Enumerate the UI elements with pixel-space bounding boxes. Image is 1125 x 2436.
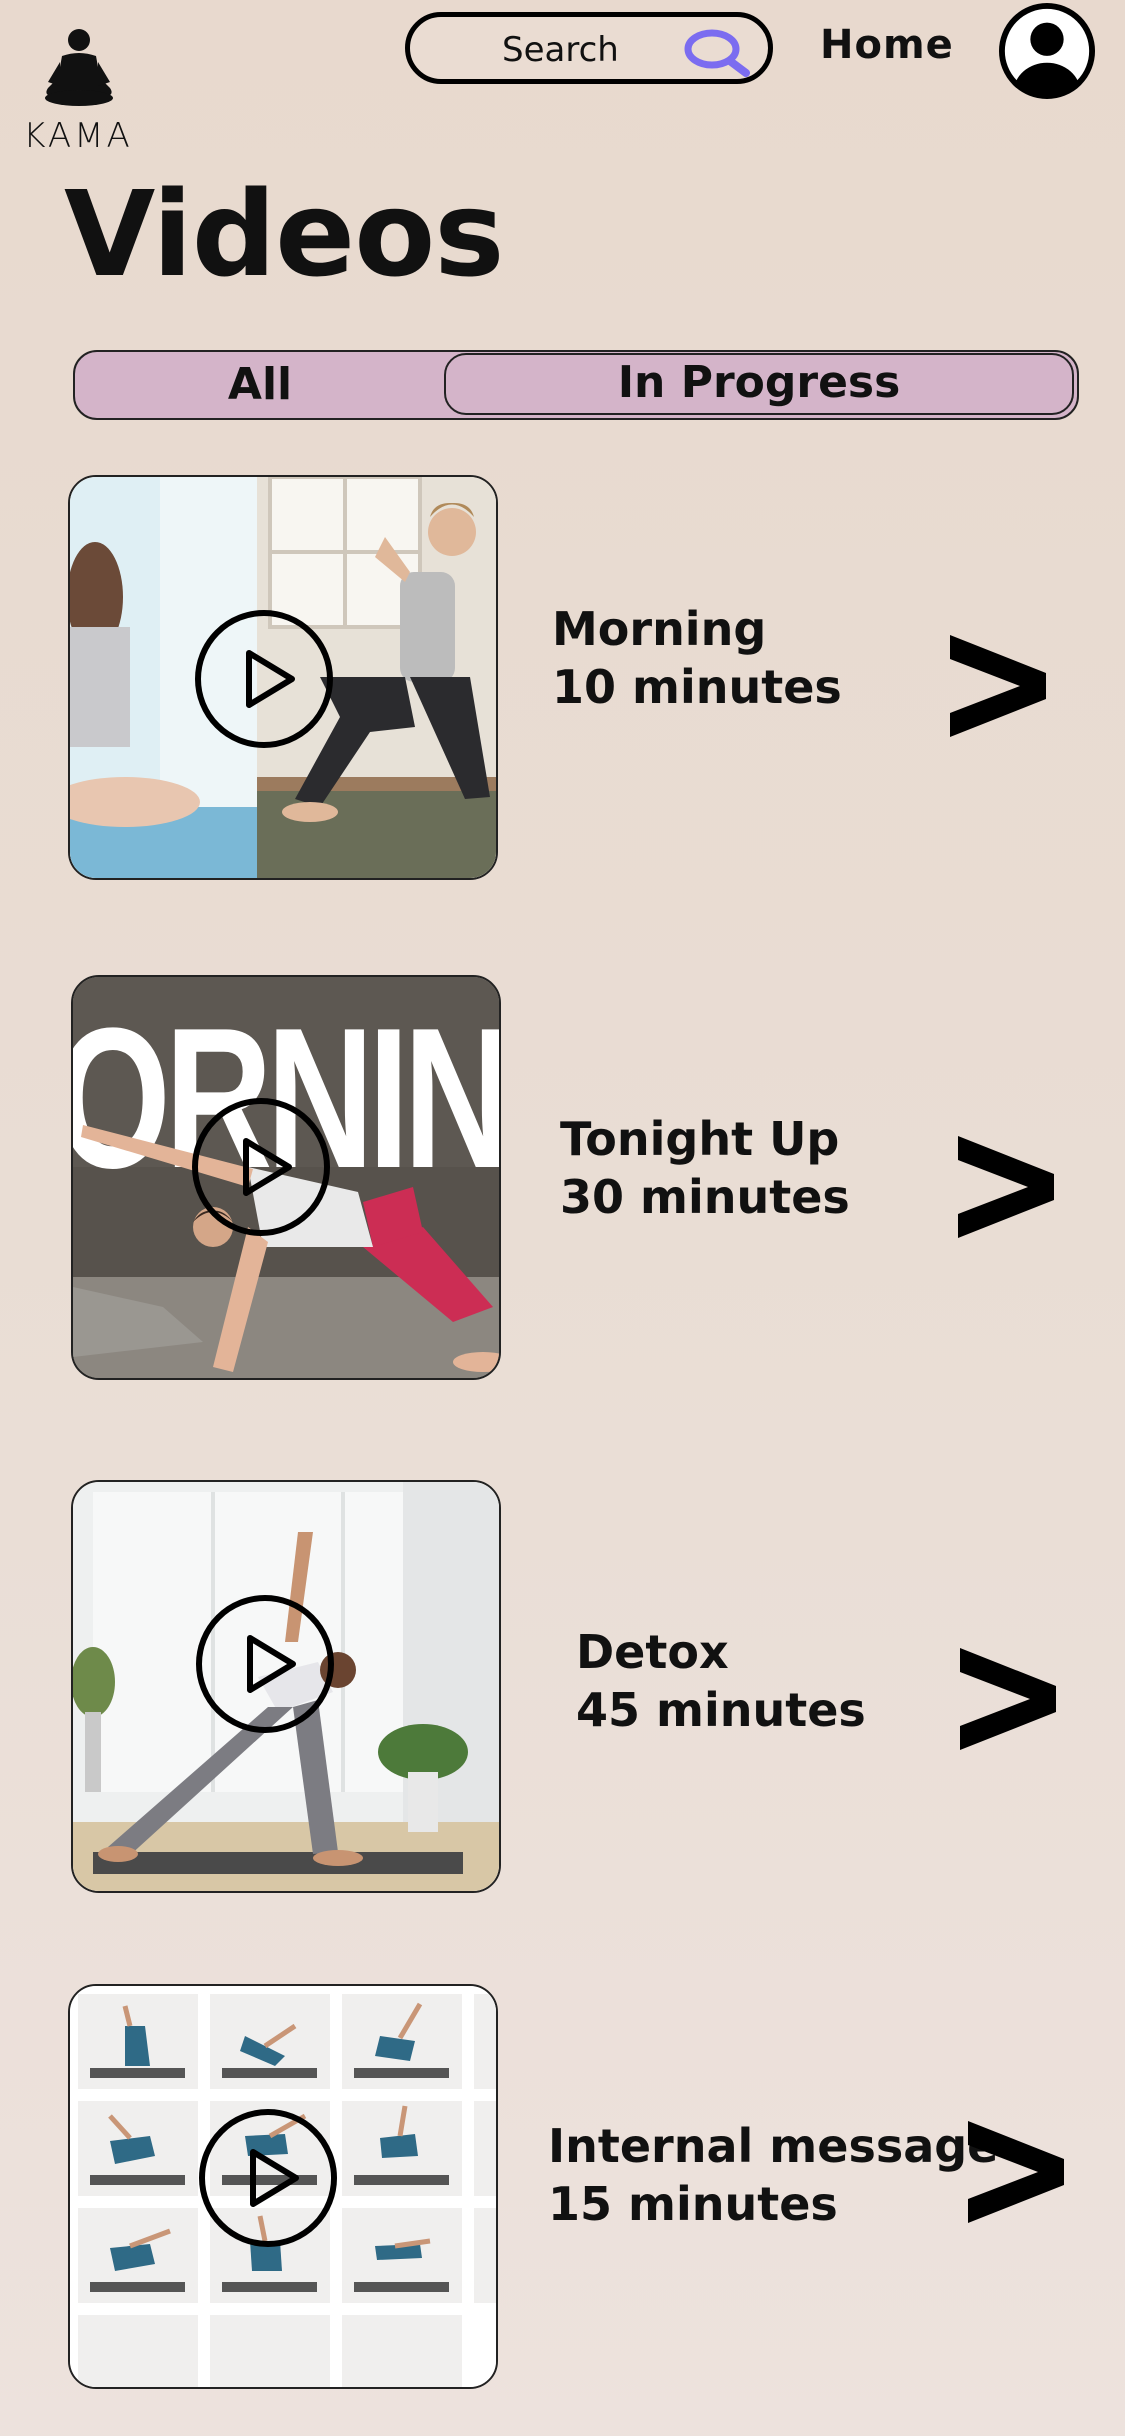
play-icon[interactable] [195, 1594, 335, 1734]
video-title: Morning [552, 602, 767, 656]
play-icon[interactable] [191, 1097, 331, 1237]
video-info: Internal message 15 minutes [548, 2117, 998, 2233]
video-info: Morning 10 minutes [552, 600, 842, 716]
video-card-internal-message[interactable]: Internal message 15 minutes [0, 1984, 1125, 2404]
filter-tabs: All In Progress [73, 350, 1079, 420]
chevron-right-icon[interactable] [968, 2121, 1064, 2223]
chevron-right-icon[interactable] [958, 1136, 1054, 1238]
video-card-morning[interactable]: Morning 10 minutes [0, 475, 1125, 895]
video-title: Tonight Up [560, 1112, 840, 1166]
video-info: Detox 45 minutes [576, 1623, 866, 1739]
video-card-detox[interactable]: Detox 45 minutes [0, 1480, 1125, 1900]
home-link[interactable]: Home [820, 22, 954, 68]
play-icon[interactable] [198, 2108, 338, 2248]
video-title: Detox [576, 1625, 729, 1679]
magnifier-icon[interactable] [680, 27, 760, 77]
video-thumbnail[interactable]: ORNIN [71, 975, 501, 1380]
video-title: Internal message [548, 2119, 999, 2173]
video-info: Tonight Up 30 minutes [560, 1110, 850, 1226]
chevron-right-icon[interactable] [950, 635, 1046, 737]
video-card-tonight-up[interactable]: ORNIN Tonight Up 30 minutes [0, 975, 1125, 1395]
video-duration: 30 minutes [560, 1170, 850, 1224]
play-icon[interactable] [194, 609, 334, 749]
tab-all[interactable]: All [75, 352, 445, 418]
video-duration: 15 minutes [548, 2177, 838, 2231]
user-avatar-icon[interactable] [998, 2, 1096, 100]
video-thumbnail[interactable] [68, 475, 498, 880]
search-label: Search [502, 30, 619, 70]
video-thumbnail[interactable] [68, 1984, 498, 2389]
kama-logo[interactable]: KAMA [18, 26, 148, 156]
video-duration: 10 minutes [552, 660, 842, 714]
video-duration: 45 minutes [576, 1683, 866, 1737]
search-bar[interactable]: Search [405, 12, 773, 84]
tab-in-progress[interactable]: In Progress [444, 353, 1074, 415]
video-thumbnail[interactable] [71, 1480, 501, 1893]
logo-text: KAMA [23, 116, 133, 156]
chevron-right-icon[interactable] [960, 1648, 1056, 1750]
page-title: Videos [64, 165, 504, 303]
meditation-figure-icon [45, 29, 113, 106]
